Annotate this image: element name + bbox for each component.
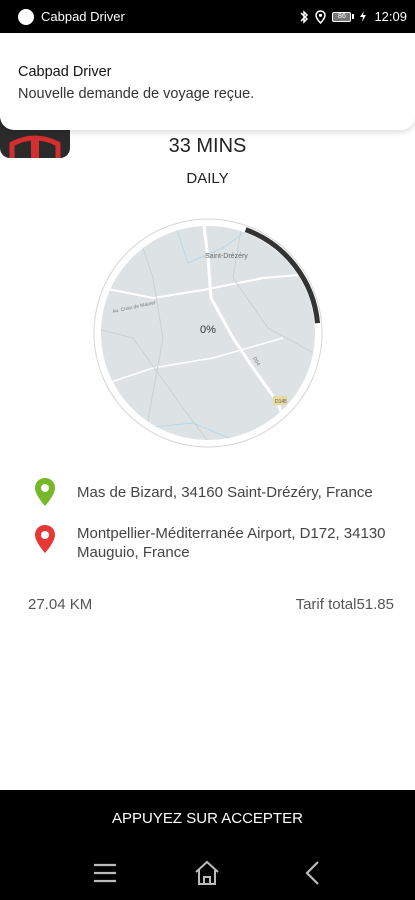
back-icon[interactable] — [298, 858, 328, 888]
battery-level: 86 — [338, 13, 346, 20]
pickup-pin-icon — [35, 478, 55, 506]
status-indicators: 86 12:09 — [299, 9, 407, 24]
dropoff-address-row: Montpellier-Méditerranée Airport, D172, … — [33, 524, 387, 562]
trip-fare: Tarif total51.85 — [295, 596, 394, 613]
accept-button[interactable]: APPUYEZ SUR ACCEPTER — [0, 790, 415, 846]
trip-frequency: DAILY — [186, 170, 229, 187]
map-label-d145: D145 — [275, 399, 287, 405]
notification-message: Nouvelle demande de voyage reçue. — [18, 86, 255, 102]
trip-distance: 27.04 KM — [28, 596, 93, 613]
status-app-name: Cabpad Driver — [41, 9, 125, 24]
notification-title: Cabpad Driver — [18, 64, 112, 80]
notification-banner[interactable]: Cabpad Driver Nouvelle demande de voyage… — [0, 34, 415, 130]
battery-icon: 86 — [332, 11, 355, 22]
pickup-address-row: Mas de Bizard, 34160 Saint-Drézéry, Fran… — [33, 477, 373, 507]
charging-icon — [360, 11, 367, 22]
system-nav-bar — [0, 846, 415, 900]
accept-button-label: APPUYEZ SUR ACCEPTER — [112, 809, 303, 827]
dropoff-address: Montpellier-Méditerranée Airport, D172, … — [77, 525, 386, 561]
status-bar: Cabpad Driver 86 12:09 — [0, 0, 415, 33]
route-map[interactable]: Saint-Drézéry Av. Croix de Maurel D54 D1… — [93, 218, 323, 448]
location-icon — [315, 9, 327, 24]
app-indicator-icon — [18, 8, 34, 25]
pickup-address: Mas de Bizard, 34160 Saint-Drézéry, Fran… — [77, 484, 373, 501]
progress-label: 0% — [200, 324, 216, 336]
dropoff-pin-icon — [35, 525, 55, 553]
menu-icon[interactable] — [90, 858, 120, 888]
home-icon[interactable] — [192, 858, 222, 888]
status-time: 12:09 — [374, 9, 407, 24]
bluetooth-icon — [300, 9, 309, 24]
map-label-town: Saint-Drézéry — [205, 253, 248, 260]
